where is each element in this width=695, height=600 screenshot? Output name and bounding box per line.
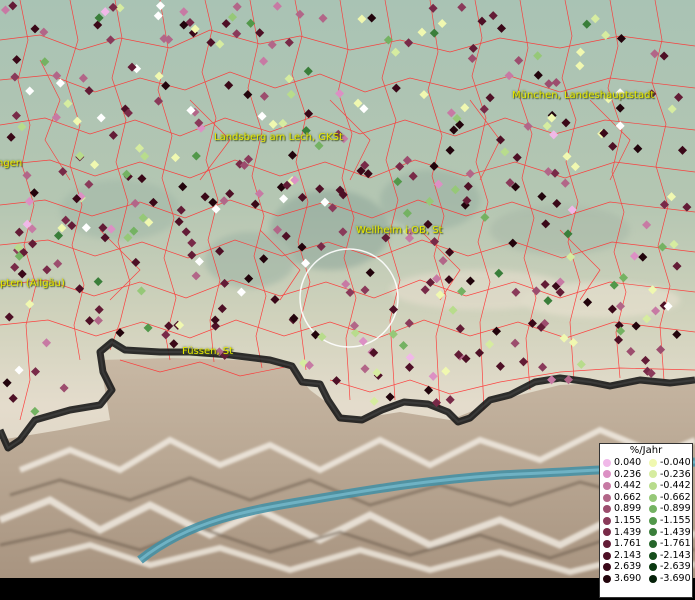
legend-value: 0.662 [614, 491, 642, 503]
legend-swatch-icon [649, 481, 657, 490]
legend-entry-negative: -2.639 [646, 561, 692, 573]
legend-entry-negative: -0.662 [646, 492, 692, 504]
legend-swatch-icon [649, 528, 657, 537]
legend-row: 1.439 -1.439 [600, 527, 692, 539]
legend-value: -1.155 [660, 514, 691, 526]
legend-swatch-icon [603, 563, 611, 572]
legend-entry-positive: 0.442 [600, 480, 646, 492]
legend-value: -0.899 [660, 503, 691, 515]
legend-value: -2.639 [660, 561, 691, 573]
legend-swatch-icon [603, 528, 611, 537]
map-svg[interactable] [0, 0, 695, 578]
legend-swatch-icon [649, 551, 657, 560]
legend-entry-negative: -0.040 [646, 457, 692, 469]
legend-swatch-icon [649, 563, 657, 572]
legend-entry-positive: 0.662 [600, 492, 646, 504]
legend-swatch-icon [603, 574, 611, 583]
legend-entry-positive: 1.761 [600, 538, 646, 550]
place-label-weilheim: Weilheim i.OB, St [356, 225, 443, 236]
legend-value: 2.143 [614, 549, 642, 561]
legend-entry-positive: 0.040 [600, 457, 646, 469]
legend-entry-negative: -0.236 [646, 469, 692, 481]
legend-row: 2.639 -2.639 [600, 561, 692, 573]
legend-entry-positive: 2.143 [600, 550, 646, 562]
legend-swatch-icon [649, 574, 657, 583]
legend-swatch-icon [603, 493, 611, 502]
legend-rows: 0.040 -0.040 0.236 -0.236 0.442 -0.442 0.662 -0… [600, 457, 692, 585]
legend-entry-negative: -0.442 [646, 480, 692, 492]
legend-value: -0.662 [660, 491, 691, 503]
place-label-fuessen: Füssen, St [182, 346, 234, 357]
legend-row: 2.143 -2.143 [600, 550, 692, 562]
legend-value: 3.690 [614, 572, 642, 584]
legend-swatch-icon [649, 516, 657, 525]
legend-swatch-icon [603, 516, 611, 525]
legend-entry-negative: -2.143 [646, 550, 692, 562]
legend-value: -3.690 [660, 572, 691, 584]
map-canvas[interactable]: München, Landeshauptstadt Landsberg am L… [0, 0, 695, 578]
legend-swatch-icon [649, 470, 657, 479]
map-legend: %/Jahr 0.040 -0.040 0.236 -0.236 0.442 -0.442… [599, 443, 693, 598]
legend-row: 0.236 -0.236 [600, 469, 692, 481]
legend-entry-negative: -1.155 [646, 515, 692, 527]
legend-value: -0.442 [660, 480, 691, 492]
legend-swatch-icon [649, 505, 657, 514]
legend-swatch-icon [603, 539, 611, 548]
legend-swatch-icon [603, 551, 611, 560]
legend-row: 0.040 -0.040 [600, 457, 692, 469]
legend-value: -1.439 [660, 526, 691, 538]
legend-value: -2.143 [660, 549, 691, 561]
legend-value: 0.236 [614, 468, 642, 480]
legend-value: 1.439 [614, 526, 642, 538]
legend-entry-positive: 2.639 [600, 561, 646, 573]
legend-entry-negative: -3.690 [646, 573, 692, 585]
legend-entry-positive: 3.690 [600, 573, 646, 585]
legend-value: 0.442 [614, 480, 642, 492]
legend-row: 1.155 -1.155 [600, 515, 692, 527]
legend-row: 3.690 -3.690 [600, 573, 692, 585]
legend-row: 1.761 -1.761 [600, 538, 692, 550]
legend-value: 0.040 [614, 457, 642, 468]
bottom-bar [0, 578, 695, 600]
legend-entry-negative: -0.899 [646, 503, 692, 515]
legend-swatch-icon [649, 458, 657, 467]
legend-swatch-icon [649, 539, 657, 548]
legend-swatch-icon [603, 470, 611, 479]
legend-value: 1.155 [614, 514, 642, 526]
legend-entry-negative: -1.761 [646, 538, 692, 550]
legend-swatch-icon [603, 505, 611, 514]
legend-value: 2.639 [614, 561, 642, 573]
legend-entry-positive: 1.439 [600, 527, 646, 539]
legend-value: -1.761 [660, 538, 691, 550]
legend-value: 1.761 [614, 538, 642, 550]
place-label-landsberg: Landsberg am Lech, GKSt [214, 132, 343, 143]
legend-entry-negative: -1.439 [646, 527, 692, 539]
legend-row: 0.662 -0.662 [600, 492, 692, 504]
place-label-kempten: Kempten (Allgäu) [0, 278, 65, 289]
place-label-memmingen: Memmingen [0, 158, 23, 169]
legend-entry-positive: 0.899 [600, 503, 646, 515]
legend-value: -0.236 [660, 468, 691, 480]
legend-row: 0.899 -0.899 [600, 503, 692, 515]
legend-row: 0.442 -0.442 [600, 480, 692, 492]
legend-value: -0.040 [660, 457, 691, 468]
legend-swatch-icon [603, 458, 611, 467]
legend-entry-positive: 1.155 [600, 515, 646, 527]
legend-title: %/Jahr [629, 445, 663, 456]
legend-swatch-icon [649, 493, 657, 502]
legend-entry-positive: 0.236 [600, 469, 646, 481]
place-label-muenchen: München, Landeshauptstadt [512, 90, 655, 101]
legend-swatch-icon [603, 481, 611, 490]
legend-value: 0.899 [614, 503, 642, 515]
